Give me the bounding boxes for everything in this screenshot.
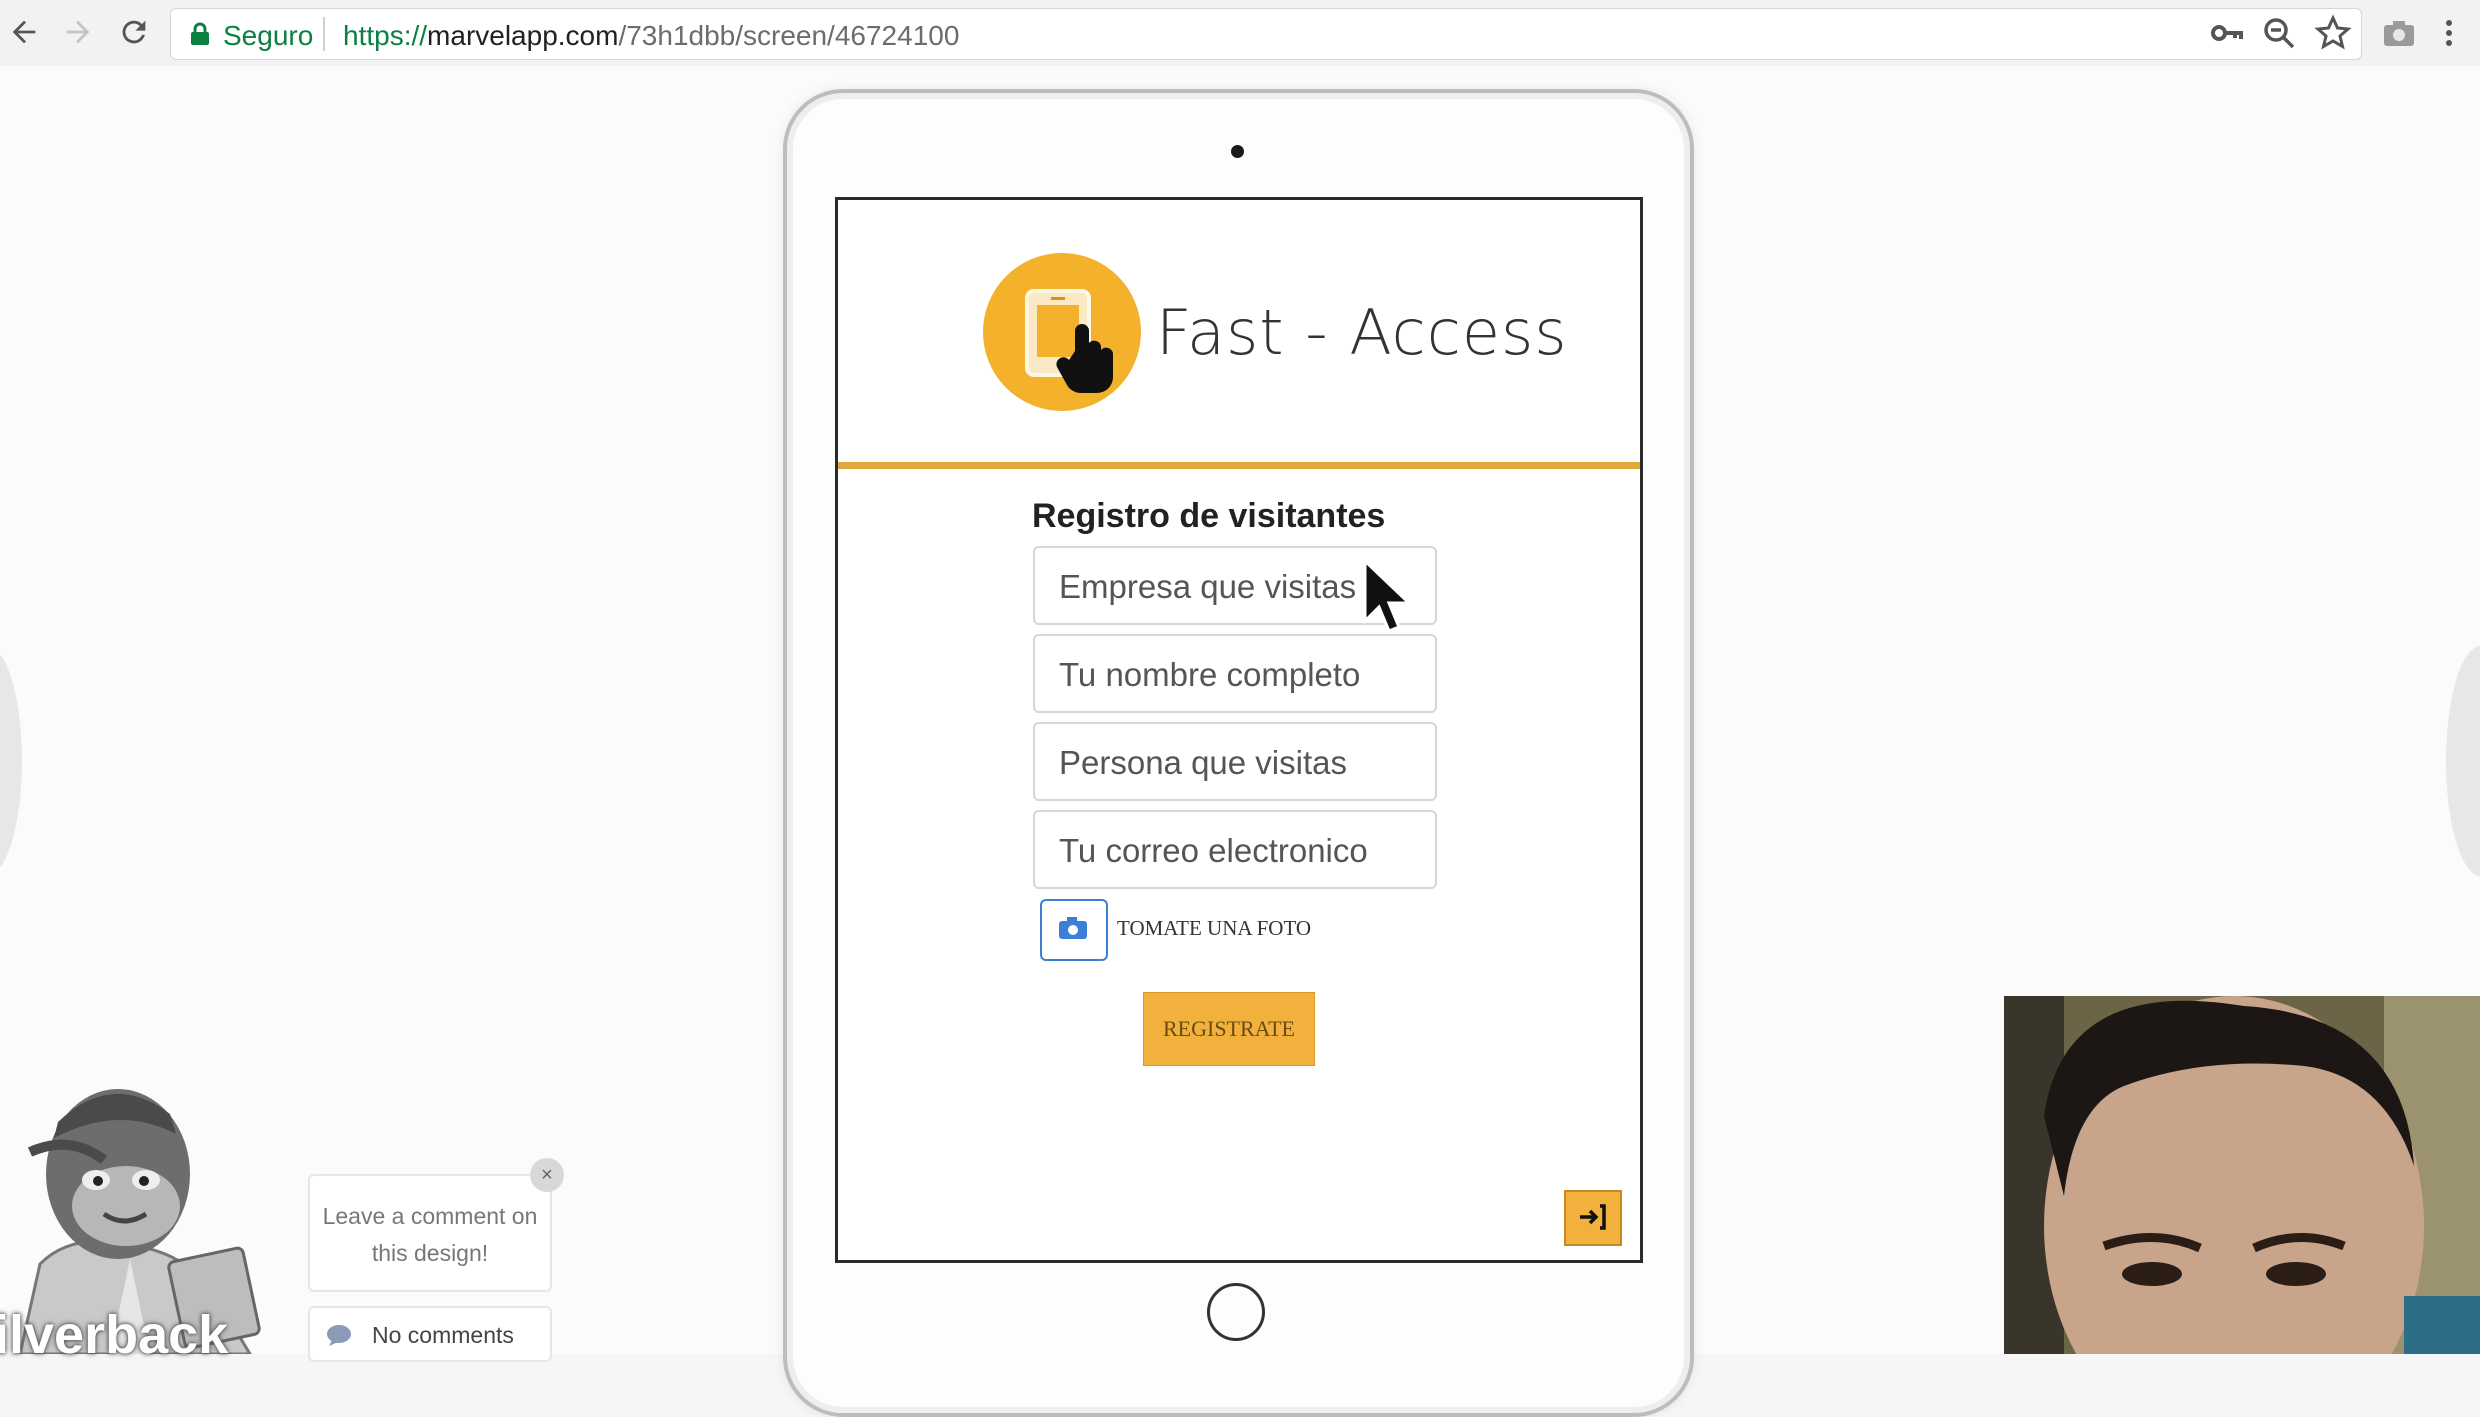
take-photo-label: TOMATE UNA FOTO — [1117, 916, 1312, 940]
lock-icon — [191, 22, 209, 45]
forward-button[interactable] — [56, 10, 100, 54]
comment-bubble-icon — [327, 1325, 351, 1346]
star-icon — [2314, 14, 2352, 50]
sign-in-icon — [1580, 1204, 1606, 1230]
url-text: https://marvelapp.com/73h1dbb/screen/467… — [343, 20, 960, 51]
webcam-presenter-image — [2004, 996, 2480, 1354]
forward-arrow-icon — [66, 20, 90, 44]
host-person-field[interactable]: Persona que visitas — [1033, 722, 1437, 801]
zoom-icon — [2264, 18, 2295, 49]
secure-label: Seguro — [223, 20, 314, 51]
register-button[interactable]: REGISTRATE — [1143, 992, 1315, 1066]
app-header: Fast - Access — [838, 200, 1640, 469]
app-screen: Fast - Access Registro de visitantes Emp… — [835, 197, 1643, 1263]
sign-in-button[interactable] — [1564, 1190, 1622, 1246]
leave-comment-text: Leave a comment on this design! — [322, 1203, 538, 1266]
close-comment-button[interactable]: × — [530, 1158, 564, 1192]
host-person-field-placeholder: Persona que visitas — [1059, 744, 1347, 781]
bookmark-button[interactable] — [2314, 14, 2352, 52]
camera-icon — [1059, 917, 1087, 939]
reload-icon — [122, 20, 146, 44]
key-button[interactable] — [2208, 14, 2246, 52]
screenshot-extension-button[interactable] — [2380, 14, 2418, 52]
ipad-home-button — [1207, 1283, 1265, 1341]
full-name-field-placeholder: Tu nombre completo — [1059, 656, 1361, 693]
webcam-overlay — [2004, 996, 2480, 1354]
mouse-cursor-icon — [1363, 557, 1409, 633]
tablet-touch-icon — [1025, 289, 1113, 394]
ipad-camera — [1231, 145, 1244, 158]
company-field-placeholder: Empresa que visitas — [1059, 568, 1357, 605]
watermark-text: ilverback — [0, 1305, 229, 1365]
back-button[interactable] — [2, 10, 46, 54]
browser-menu-button[interactable] — [2430, 14, 2468, 52]
app-logo — [983, 253, 1141, 411]
email-field-placeholder: Tu correo electronico — [1059, 832, 1368, 869]
comments-count-label: No comments — [372, 1322, 514, 1348]
camera-icon — [2384, 21, 2414, 46]
browser-toolbar: Seguro https://marvelapp.com/73h1dbb/scr… — [0, 0, 2480, 67]
zoom-button[interactable] — [2260, 14, 2298, 52]
app-brand-name: Fast - Access — [1156, 296, 1568, 369]
full-name-field[interactable]: Tu nombre completo — [1033, 634, 1437, 713]
url-divider — [323, 17, 325, 51]
ipad-frame: Fast - Access Registro de visitantes Emp… — [783, 89, 1694, 1417]
next-screen-button[interactable] — [2446, 646, 2480, 876]
leave-comment-card[interactable]: Leave a comment on this design! — [308, 1174, 552, 1292]
key-icon — [2211, 25, 2243, 41]
back-arrow-icon — [12, 20, 36, 44]
take-photo-button[interactable] — [1040, 899, 1108, 961]
address-bar[interactable]: Seguro https://marvelapp.com/73h1dbb/scr… — [170, 8, 2362, 60]
menu-icon — [2446, 20, 2452, 46]
reload-button[interactable] — [112, 10, 156, 54]
previous-screen-button[interactable] — [0, 646, 22, 876]
form-title: Registro de visitantes — [1032, 497, 1386, 535]
email-field[interactable]: Tu correo electronico — [1033, 810, 1437, 889]
